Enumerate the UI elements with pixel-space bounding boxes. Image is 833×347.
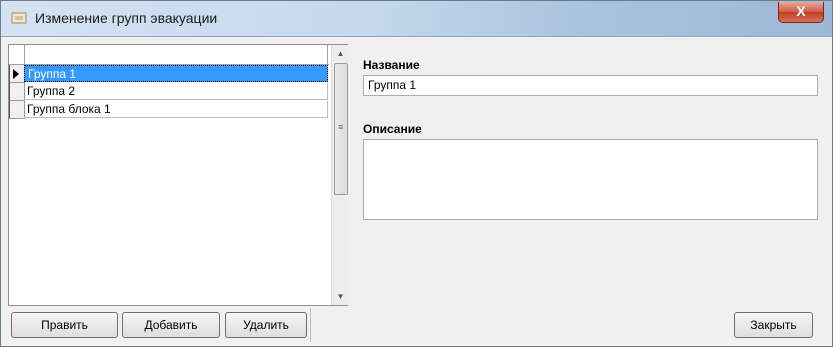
description-field[interactable]: [363, 139, 818, 220]
grid-cell-group-name[interactable]: Группа блока 1: [24, 101, 328, 118]
window-close-button[interactable]: X: [778, 2, 824, 23]
grid-corner-cell: [9, 45, 25, 64]
evacuation-groups-window: Изменение групп эвакуации X Группа 1 Гру…: [0, 0, 833, 347]
grid-row[interactable]: Группа 1: [9, 65, 329, 83]
grid-row[interactable]: Группа блока 1: [9, 101, 329, 119]
client-area: Группа 1 Группа 2 Группа блока 1 ▲ ≡ ▼ Н…: [8, 38, 826, 342]
name-label: Название: [363, 58, 420, 72]
add-button[interactable]: Добавить: [122, 312, 220, 338]
button-bar: Править Добавить Удалить Закрыть: [8, 308, 826, 342]
grid-row[interactable]: Группа 2: [9, 83, 329, 101]
scrollbar-grip-icon: ≡: [338, 122, 344, 132]
grid-cell-group-name[interactable]: Группа 1: [24, 65, 328, 82]
row-selector[interactable]: [9, 101, 25, 119]
close-icon: X: [796, 3, 806, 19]
scroll-up-arrow-icon[interactable]: ▲: [332, 45, 349, 62]
scroll-down-arrow-icon[interactable]: ▼: [332, 288, 349, 305]
edit-button[interactable]: Править: [11, 312, 118, 338]
grid-vertical-scrollbar[interactable]: ▲ ≡ ▼: [331, 45, 349, 305]
window-title: Изменение групп эвакуации: [35, 10, 218, 26]
row-selector[interactable]: [9, 65, 25, 83]
delete-button[interactable]: Удалить: [225, 312, 307, 338]
name-field[interactable]: Группа 1: [363, 75, 818, 96]
scrollbar-thumb[interactable]: ≡: [334, 63, 348, 195]
button-bar-divider: [310, 308, 311, 342]
groups-grid[interactable]: Группа 1 Группа 2 Группа блока 1 ▲ ≡ ▼: [8, 44, 349, 306]
row-selector[interactable]: [9, 83, 25, 101]
grid-cell-group-name[interactable]: Группа 2: [24, 83, 328, 100]
title-bar[interactable]: Изменение групп эвакуации X: [1, 1, 832, 37]
window-app-icon: [11, 12, 27, 24]
close-button[interactable]: Закрыть: [734, 312, 813, 338]
current-row-arrow-icon: [13, 69, 19, 79]
grid-column-header[interactable]: [25, 45, 328, 64]
grid-header: [9, 45, 329, 65]
description-label: Описание: [363, 122, 422, 136]
